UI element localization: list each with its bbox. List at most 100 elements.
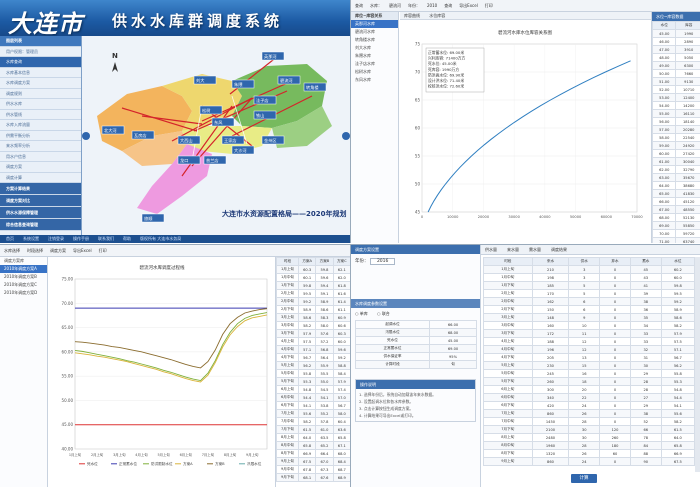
table-row[interactable]: 63.00 35670	[651, 173, 700, 182]
table-row[interactable]: 9月中旬 67.8 67.3 68.7	[276, 465, 350, 474]
param-value[interactable]: 66.00	[429, 320, 477, 329]
param-row[interactable]: 汛限水位 68.00	[354, 328, 477, 337]
table-row[interactable]: 8月中旬 1960 28 180 84 65.8	[483, 441, 695, 450]
result-scrollbar[interactable]	[695, 257, 700, 472]
menu-link[interactable]: 注销登录	[48, 236, 64, 241]
tree-item[interactable]: 松树水库	[351, 68, 398, 76]
table-row[interactable]: 1月下旬 185 5 0 41 59.8	[483, 281, 695, 290]
table-row[interactable]: 7月上旬 860 26 0 38 55.6	[483, 409, 695, 418]
table-row[interactable]: 2月中旬 59.2 58.9 61.4	[276, 297, 350, 306]
table-row[interactable]: 61.00 30040	[651, 157, 700, 166]
map-next-arrow-icon[interactable]	[342, 132, 350, 140]
result-tab[interactable]: 需水量	[529, 247, 541, 252]
table-row[interactable]: 3月中旬 160 10 0 34 58.2	[483, 321, 695, 330]
toolbar-item[interactable]: 查询	[444, 3, 452, 8]
toolbar-item[interactable]: 时段选择	[27, 248, 43, 253]
table-row[interactable]: 5月下旬 260 18 0 28 55.3	[483, 377, 695, 386]
option-single[interactable]: ○ 单库	[355, 311, 368, 316]
table-row[interactable]: 9月上旬 67.5 67.0 68.4	[276, 457, 350, 466]
table-row[interactable]: 56.00 18140	[651, 117, 700, 126]
table-row[interactable]: 6月上旬 300 20 0 28 54.8	[483, 385, 695, 394]
table-row[interactable]: 4月中旬 196 12 0 32 57.1	[483, 345, 695, 354]
param-value[interactable]: 95%	[429, 352, 477, 361]
table-row[interactable]: 9月上旬 860 24 0 90 67.5	[483, 457, 695, 466]
table-row[interactable]: 55.00 16110	[651, 109, 700, 118]
table-row[interactable]: 7月下旬 2100 30 120 66 61.5	[483, 425, 695, 434]
table-row[interactable]: 5月下旬 55.3 55.0 57.9	[276, 377, 350, 386]
sidebar-item[interactable]: 水库调度方案	[0, 78, 81, 89]
table-row[interactable]: 60.00 27420	[651, 149, 700, 158]
toolbar-item[interactable]: 导出Excel	[459, 3, 478, 8]
table-row[interactable]: 65.00 41830	[651, 189, 700, 198]
menu-link[interactable]: 版权所有 大连市水务局	[140, 236, 181, 241]
param-value[interactable]: 45.00	[429, 336, 477, 345]
sidebar-item[interactable]: 水库基本信息	[0, 68, 81, 78]
param-value[interactable]: 68.00	[429, 328, 477, 337]
year-select[interactable]: 2016	[369, 258, 396, 265]
toolbar-item[interactable]: 水库：	[370, 3, 382, 8]
table-row[interactable]: 48.00 5050	[651, 53, 700, 62]
tree-item[interactable]: 洼子店水库	[351, 60, 398, 68]
tree-item[interactable]: 朱隈水库	[351, 52, 398, 60]
table-row[interactable]: 3月上旬 148 9 0 35 58.6	[483, 313, 695, 322]
param-value[interactable]: 69.00	[429, 344, 477, 353]
table-row[interactable]: 6月下旬 420 24 0 29 54.1	[483, 401, 695, 410]
table-row[interactable]: 3月上旬 58.6 58.3 60.9	[276, 313, 350, 322]
sidebar-item[interactable]: 调度方案对比	[0, 195, 81, 207]
table-row[interactable]: 4月下旬 56.7 56.4 59.2	[276, 353, 350, 362]
param-row[interactable]: 起调水位 66.00	[354, 320, 477, 329]
table-row[interactable]: 2月下旬 150 6 0 36 58.9	[483, 305, 695, 314]
table-row[interactable]: 8月上旬 2480 30 260 78 64.0	[483, 433, 695, 442]
menu-link[interactable]: 帮助	[123, 236, 131, 241]
toolbar-item[interactable]: 碧流河	[389, 3, 401, 8]
table-row[interactable]: 2月中旬 162 6 0 38 59.2	[483, 297, 695, 306]
table-row[interactable]: 4月下旬 205 13 0 31 56.7	[483, 353, 695, 362]
toolbar-item[interactable]: 打印	[485, 3, 493, 8]
table-row[interactable]: 6月下旬 54.1 53.8 56.7	[276, 401, 350, 410]
tree-item[interactable]: 东风水库	[351, 76, 398, 84]
tree-item[interactable]: 英那河水库	[351, 20, 398, 28]
menu-link[interactable]: 首页	[6, 236, 14, 241]
sidebar-item[interactable]: 调度规则	[0, 89, 81, 99]
tree-item[interactable]: 转角楼水库	[351, 36, 398, 44]
table-row[interactable]: 47.00 3910	[651, 45, 700, 54]
param-value[interactable]: 旬	[429, 360, 477, 369]
table-row[interactable]: 58.00 22540	[651, 133, 700, 142]
calculate-button[interactable]: 计算	[571, 474, 597, 483]
toolbar-item[interactable]: 年份：	[408, 3, 420, 8]
table-row[interactable]: 1月上旬 210 3 0 45 60.2	[483, 265, 695, 274]
sidebar-item[interactable]: 水库查询	[0, 57, 81, 68]
option-joint[interactable]: ○ 联合	[377, 311, 390, 316]
table-row[interactable]: 2月下旬 58.9 58.6 61.1	[276, 305, 350, 314]
sidebar-item[interactable]: 供需平衡分析	[0, 131, 81, 141]
table-row[interactable]: 6月中旬 54.4 54.1 57.0	[276, 393, 350, 402]
table-row[interactable]: 57.00 20280	[651, 125, 700, 134]
map-prev-arrow-icon[interactable]	[82, 132, 90, 140]
sidebar-item[interactable]: 方案计算结果	[0, 183, 81, 195]
table-row[interactable]: 53.00 12400	[651, 93, 700, 102]
table-row[interactable]: 5月中旬 245 16 0 29 55.8	[483, 369, 695, 378]
table-row[interactable]: 68.00 52130	[651, 213, 700, 222]
tree-item[interactable]: 碧流河水库	[351, 28, 398, 36]
table-row[interactable]: 54.00 14200	[651, 101, 700, 110]
table-row[interactable]: 4月上旬 57.5 57.2 60.0	[276, 337, 350, 346]
table-row[interactable]: 3月下旬 57.9 57.6 60.3	[276, 329, 350, 338]
sidebar-item[interactable]: 用户权限：管理员	[0, 47, 81, 57]
table-row[interactable]: 59.00 24920	[651, 141, 700, 150]
table-row[interactable]: 49.00 6300	[651, 61, 700, 70]
param-row[interactable]: 供水保证率 95%	[354, 352, 477, 361]
table-row[interactable]: 6月中旬 340 22 0 27 54.4	[483, 393, 695, 402]
tree-item[interactable]: 2010年调度方案B	[0, 273, 47, 281]
param-row[interactable]: 计算时段旬	[354, 360, 477, 369]
toolbar-item[interactable]: 打印	[99, 248, 107, 253]
table-row[interactable]: 7月上旬 55.6 55.2 58.0	[276, 409, 350, 418]
table-row[interactable]: 71.00 63740	[651, 237, 700, 243]
table-row[interactable]: 67.00 48550	[651, 205, 700, 214]
toolbar-item[interactable]: 查询	[355, 3, 363, 8]
tab-curve[interactable]: 库容曲线	[404, 13, 420, 18]
sidebar-item[interactable]: 水库入库流量	[0, 120, 81, 131]
table-row[interactable]: 51.00 9130	[651, 77, 700, 86]
tree-item[interactable]: 调度方案库	[0, 257, 47, 265]
table-row[interactable]: 62.00 32790	[651, 165, 700, 174]
table-row[interactable]: 7月中旬 58.2 57.8 60.4	[276, 417, 350, 426]
